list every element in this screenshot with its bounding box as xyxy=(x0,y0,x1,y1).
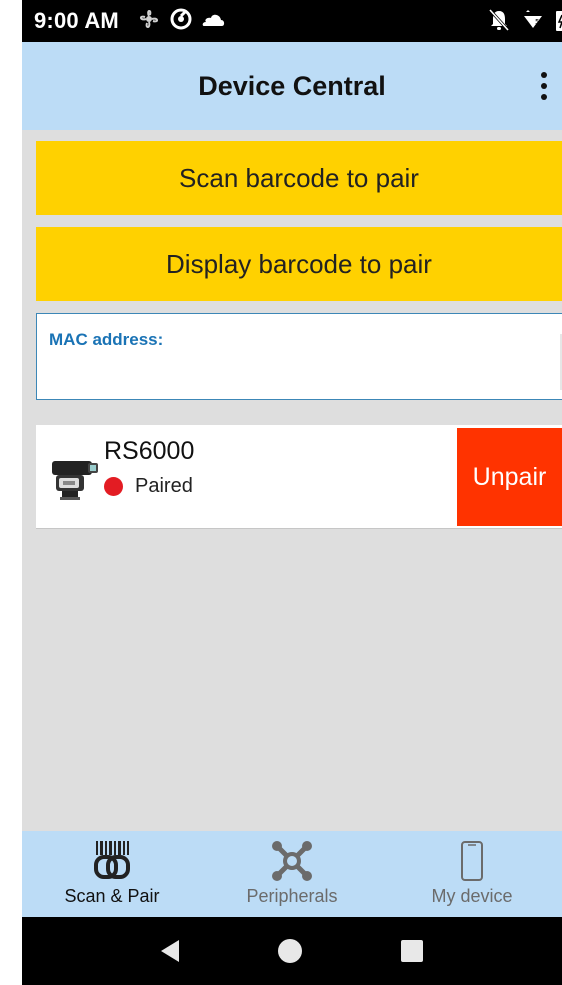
nav-label-peripherals: Peripherals xyxy=(246,886,338,906)
device-name: RS6000 xyxy=(104,437,195,465)
status-bar: 9:00 AM 5 xyxy=(22,0,562,42)
system-navigation-bar xyxy=(22,917,562,985)
fan-icon xyxy=(137,8,161,35)
status-right-icons: 5 xyxy=(488,8,562,37)
cloud-icon xyxy=(201,11,225,32)
device-list-item[interactable]: RS6000 Paired Unpair xyxy=(36,425,562,529)
nav-peripherals[interactable]: Peripherals xyxy=(202,831,382,917)
page-title: Device Central xyxy=(198,70,386,101)
notifications-off-icon xyxy=(488,8,510,37)
app-bar: Device Central xyxy=(22,42,562,130)
bottom-navigation: Scan & Pair Peripherals My device xyxy=(22,831,562,917)
display-barcode-button[interactable]: Display barcode to pair xyxy=(36,227,562,301)
mac-address-card: MAC address: xyxy=(36,313,562,400)
device-status: Paired xyxy=(104,475,193,498)
barcode-link-icon xyxy=(92,839,132,883)
phone-screen: 9:00 AM 5 Device Central Scan barcode to… xyxy=(22,0,562,985)
recents-icon[interactable] xyxy=(400,940,423,962)
scan-barcode-button[interactable]: Scan barcode to pair xyxy=(36,141,562,215)
ring-scanner-icon xyxy=(50,457,102,503)
mac-address-input[interactable] xyxy=(49,356,549,390)
wifi-icon: 5 xyxy=(520,10,546,35)
status-left-icons xyxy=(137,7,225,36)
nav-label-scan-pair: Scan & Pair xyxy=(64,886,160,906)
peripherals-icon xyxy=(270,839,314,883)
unpair-button[interactable]: Unpair xyxy=(457,428,562,526)
battery-icon xyxy=(556,9,562,36)
phone-icon xyxy=(460,839,484,883)
nav-label-my-device: My device xyxy=(431,886,513,906)
sync-icon xyxy=(169,7,193,36)
mac-address-label: MAC address: xyxy=(49,330,164,349)
status-dot-icon xyxy=(104,477,123,496)
nav-my-device[interactable]: My device xyxy=(382,831,562,917)
status-time: 9:00 AM xyxy=(34,8,119,33)
device-status-label: Paired xyxy=(135,475,193,497)
more-vert-icon[interactable] xyxy=(540,72,548,100)
back-icon[interactable] xyxy=(161,940,180,962)
svg-text:5: 5 xyxy=(535,18,539,26)
nav-scan-pair[interactable]: Scan & Pair xyxy=(22,831,202,917)
home-icon[interactable] xyxy=(277,939,302,963)
